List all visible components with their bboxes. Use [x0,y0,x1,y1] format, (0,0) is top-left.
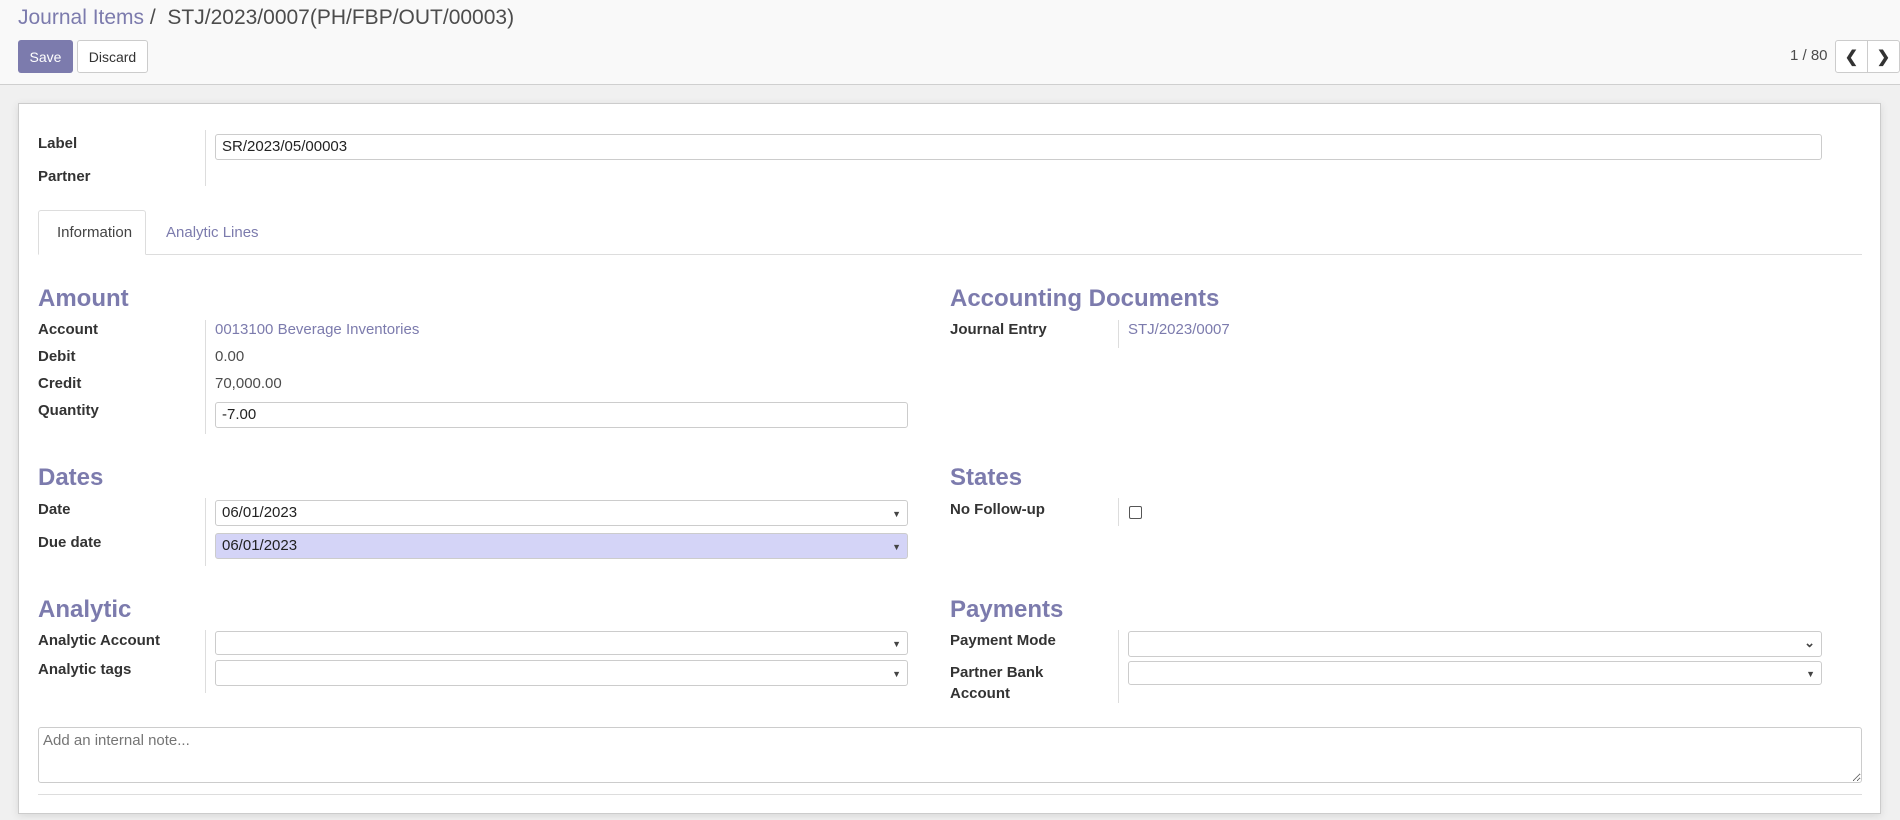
pager-value[interactable]: 1 / 80 [1790,47,1828,64]
date-value: 06/01/2023 [222,504,298,521]
due-date-value: 06/01/2023 [222,537,298,554]
divider [1118,630,1119,703]
chevron-left-icon: ❮ [1844,48,1859,66]
credit-label: Credit [38,375,82,392]
label-field-label: Label [38,135,78,152]
chevron-right-icon: ❯ [1876,48,1891,66]
dates-heading: Dates [38,464,104,491]
journal-entry-label: Journal Entry [950,321,1047,338]
caret-down-icon: ▼ [892,639,901,649]
payment-mode-select[interactable]: ⌄ [1128,631,1822,657]
no-followup-label: No Follow-up [950,501,1045,518]
payments-heading: Payments [950,596,1064,623]
divider [38,794,1862,795]
pager-previous-button[interactable]: ❮ [1835,40,1868,73]
divider [1118,498,1119,526]
credit-value: 70,000.00 [215,375,282,392]
no-followup-checkbox[interactable] [1129,506,1142,519]
breadcrumb-separator: / [149,6,156,29]
label-input[interactable]: SR/2023/05/00003 [215,134,1822,160]
form-sheet [18,103,1881,814]
pager-next-button[interactable]: ❯ [1867,40,1900,73]
debit-label: Debit [38,348,76,365]
due-date-input[interactable]: 06/01/2023 ▼ [215,533,908,559]
accounting-documents-heading: Accounting Documents [950,285,1220,312]
control-panel: Journal Items / STJ/2023/0007(PH/FBP/OUT… [0,0,1900,85]
divider [1118,320,1119,348]
divider [205,320,206,434]
quantity-label: Quantity [38,402,99,419]
breadcrumb-parent-link[interactable]: Journal Items [18,6,144,29]
caret-down-icon: ▼ [1806,669,1815,679]
account-label: Account [38,321,98,338]
divider [205,130,206,186]
debit-value: 0.00 [215,348,245,365]
date-input[interactable]: 06/01/2023 ▼ [215,500,908,526]
payment-mode-label: Payment Mode [950,632,1056,649]
analytic-heading: Analytic [38,596,132,623]
amount-heading: Amount [38,285,129,312]
partner-field-label: Partner [38,168,91,185]
analytic-account-label: Analytic Account [38,632,160,649]
account-link[interactable]: 0013100 Beverage Inventories [215,321,419,338]
journal-entry-link[interactable]: STJ/2023/0007 [1128,321,1230,338]
states-heading: States [950,464,1023,491]
save-button[interactable]: Save [18,40,73,73]
date-label: Date [38,501,71,518]
breadcrumb: Journal Items / STJ/2023/0007(PH/FBP/OUT… [18,6,514,30]
divider [205,498,206,566]
breadcrumb-current: STJ/2023/0007(PH/FBP/OUT/00003) [167,6,515,29]
analytic-tags-input[interactable]: ▼ [215,660,908,686]
due-date-label: Due date [38,534,102,551]
caret-down-icon: ▼ [892,669,901,679]
partner-bank-account-label: Partner Bank Account [950,664,1044,702]
partner-bank-account-input[interactable]: ▼ [1128,661,1822,685]
discard-button[interactable]: Discard [77,40,148,73]
internal-note-textarea[interactable] [38,727,1862,783]
caret-down-icon: ▼ [892,542,901,552]
caret-down-icon: ▼ [892,509,901,519]
tab-analytic-lines[interactable]: Analytic Lines [148,210,277,255]
tab-information[interactable]: Information [38,210,146,255]
analytic-tags-label: Analytic tags [38,661,132,678]
tabs-divider [38,254,1862,255]
analytic-account-input[interactable]: ▼ [215,631,908,655]
divider [205,630,206,693]
quantity-input[interactable]: -7.00 [215,402,908,428]
chevron-down-icon: ⌄ [1804,635,1815,650]
